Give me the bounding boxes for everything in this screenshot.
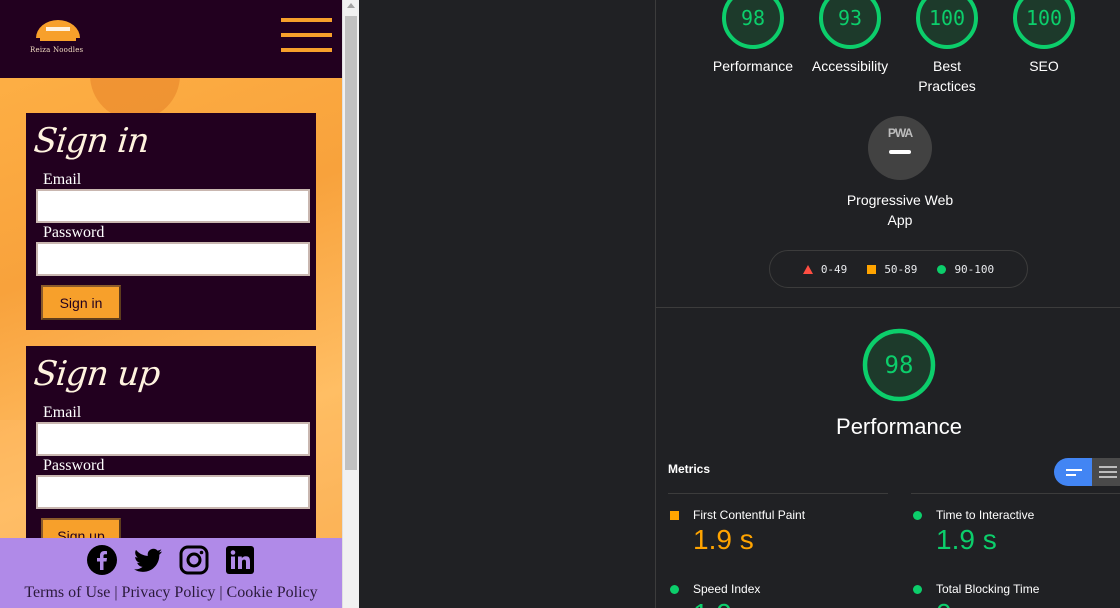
metric-name: First Contentful Paint [693, 508, 806, 522]
metric-separator [668, 567, 888, 568]
score-value: 93 [837, 6, 863, 30]
pwa-dash-icon [889, 150, 911, 154]
signin-email-input[interactable] [36, 189, 310, 223]
square-icon [867, 264, 877, 274]
hamburger-menu-icon[interactable] [281, 18, 332, 54]
metrics-heading: Metrics [668, 462, 711, 476]
legend-item-pass: 90-100 [937, 263, 994, 276]
metric-separator [668, 493, 888, 494]
score-value: 100 [1025, 6, 1063, 30]
category-label: SEO [1029, 58, 1059, 74]
metric-name: Speed Index [693, 582, 761, 596]
facebook-icon[interactable] [86, 544, 118, 576]
metric-separator [911, 493, 1120, 494]
logo-text: Reiza Noodles [30, 46, 84, 54]
average-square-icon [670, 510, 679, 520]
pass-circle-icon [913, 510, 922, 520]
metric-name: Time to Interactive [936, 508, 1035, 522]
category-seo[interactable]: 100 SEO [994, 0, 1094, 76]
cookie-policy-link[interactable]: Cookie Policy [227, 584, 318, 601]
metric-separator [911, 567, 1120, 568]
legend-range: 90-100 [954, 262, 995, 276]
privacy-policy-link[interactable]: Privacy Policy [122, 584, 216, 601]
signin-email-label: Email [43, 171, 82, 188]
signup-title: Sign up [31, 354, 162, 394]
signin-password-label: Password [43, 224, 105, 241]
triangle-icon [802, 264, 813, 274]
pass-circle-icon [913, 584, 922, 594]
metric-time-to-interactive: Time to Interactive 1.9 s [911, 493, 1120, 556]
lighthouse-report: 98 Performance 93 Accessibility 100 Best… [655, 0, 1120, 608]
twitter-icon[interactable] [132, 544, 164, 576]
score-gauge: 100 [915, 0, 979, 50]
score-value: 98 [740, 6, 766, 30]
instagram-icon[interactable] [178, 544, 210, 576]
metric-value: 1.9 s [693, 524, 754, 555]
score-gauge: 98 [721, 0, 785, 50]
category-performance[interactable]: 98 Performance [703, 0, 803, 76]
scroll-up-arrow-icon[interactable] [347, 3, 355, 8]
legend-range: 0-49 [820, 262, 848, 276]
legend-item-fail: 0-49 [802, 262, 848, 276]
score-gauge: 100 [1012, 0, 1076, 50]
signup-email-label: Email [43, 404, 82, 421]
circle-icon [937, 264, 947, 274]
metric-speed-index: Speed Index 1.9 [668, 567, 888, 608]
performance-score-value: 98 [884, 351, 914, 379]
metric-first-contentful-paint: First Contentful Paint 1.9 s [668, 493, 888, 556]
list-view-icon[interactable] [1099, 466, 1117, 481]
category-accessibility[interactable]: 93 Accessibility [800, 0, 900, 76]
signup-form: Sign up Email Password Sign up [26, 346, 316, 553]
metric-total-blocking-time: Total Blocking Time 0 [911, 567, 1120, 608]
scrollbar-thumb[interactable] [345, 16, 357, 470]
pwa-badge-text: PWA [887, 126, 913, 140]
site-footer: Terms of Use | Privacy Policy | Cookie P… [0, 538, 342, 608]
performance-heading: Performance [836, 414, 962, 439]
category-label: Best Practices [918, 58, 976, 94]
metrics-view-toggle[interactable] [1054, 458, 1120, 486]
signin-button[interactable]: Sign in [41, 285, 121, 320]
signup-password-label: Password [43, 457, 105, 474]
section-divider [656, 307, 1120, 308]
legend-item-average: 50-89 [867, 263, 917, 276]
linkedin-icon[interactable] [224, 544, 256, 576]
score-gauge: 93 [818, 0, 882, 50]
site-header: Reiza Noodles [0, 0, 342, 78]
legal-links: Terms of Use | Privacy Policy | Cookie P… [0, 584, 342, 602]
score-value: 100 [928, 6, 966, 30]
signin-title: Sign in [31, 121, 151, 161]
category-label: Performance [712, 58, 794, 74]
compact-view-icon[interactable] [1066, 469, 1082, 479]
metric-value: 1.9 s [936, 524, 997, 555]
signup-email-input[interactable] [36, 422, 310, 456]
social-links [0, 544, 342, 576]
metric-value: 0 [911, 598, 1120, 608]
pass-circle-icon [670, 584, 679, 594]
category-label: Accessibility [811, 58, 889, 74]
legal-separator: | [114, 584, 118, 601]
category-best-practices[interactable]: 100 Best Practices [897, 0, 997, 96]
metric-value: 1.9 [668, 598, 888, 608]
legend-range: 50-89 [884, 262, 918, 276]
pwa-label: Progressive Web App [846, 192, 954, 228]
score-legend: 0-49 50-89 90-100 [769, 250, 1028, 288]
metric-name: Total Blocking Time [936, 582, 1040, 596]
empty-panel [359, 0, 655, 608]
legal-separator: | [219, 584, 223, 601]
pwa-badge-icon[interactable]: PWA [868, 116, 932, 180]
terms-of-use-link[interactable]: Terms of Use [24, 584, 110, 601]
signup-password-input[interactable] [36, 475, 310, 509]
mobile-site-preview: Reiza Noodles Sign in Email Password Sig… [0, 0, 342, 608]
site-scrollbar[interactable] [342, 0, 359, 608]
signin-form: Sign in Email Password Sign in [26, 113, 316, 330]
performance-score-gauge: 98 [862, 328, 936, 402]
signin-password-input[interactable] [36, 242, 310, 276]
